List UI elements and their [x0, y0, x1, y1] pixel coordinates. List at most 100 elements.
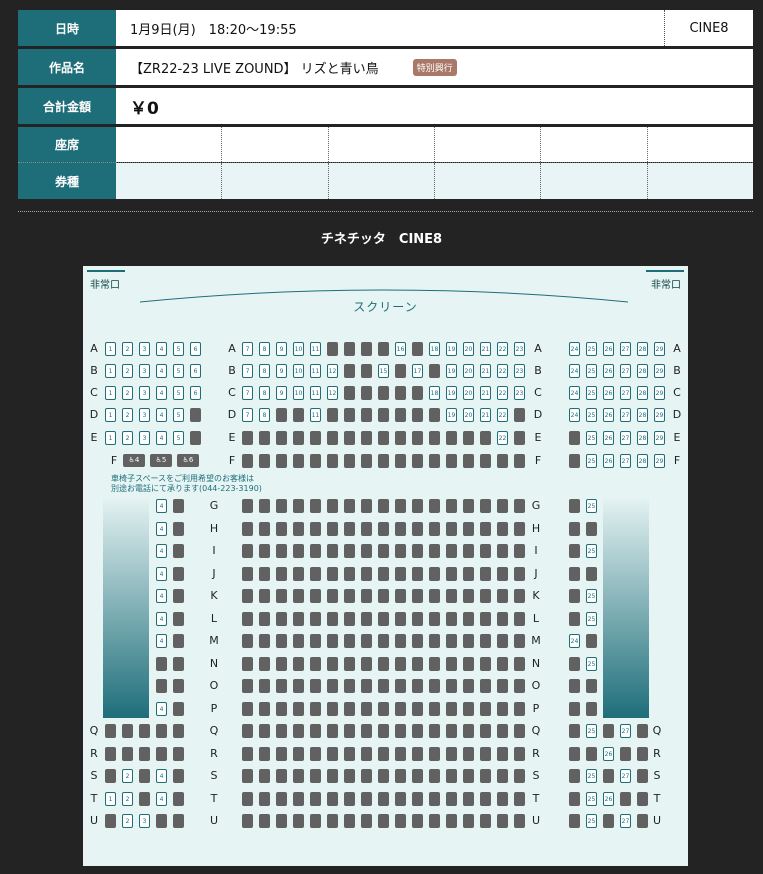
- seat-L-4[interactable]: 4: [156, 612, 167, 626]
- seat-T-2[interactable]: 2: [122, 792, 133, 806]
- seat-F-27[interactable]: 27: [620, 454, 631, 468]
- seat-C-6[interactable]: 6: [190, 386, 201, 400]
- seat-T-1[interactable]: 1: [105, 792, 116, 806]
- seat-B-5[interactable]: 5: [173, 364, 184, 378]
- seat-B-8[interactable]: 8: [259, 364, 270, 378]
- seat-C-20[interactable]: 20: [463, 386, 474, 400]
- seat-G-25[interactable]: 25: [586, 499, 597, 513]
- seat-E-27[interactable]: 27: [620, 431, 631, 445]
- seat-A-26[interactable]: 26: [603, 342, 614, 356]
- seat-U-2[interactable]: 2: [122, 814, 133, 828]
- seat-A-28[interactable]: 28: [637, 342, 648, 356]
- seat-C-27[interactable]: 27: [620, 386, 631, 400]
- seat-A-22[interactable]: 22: [497, 342, 508, 356]
- seat-E-28[interactable]: 28: [637, 431, 648, 445]
- seat-A-25[interactable]: 25: [586, 342, 597, 356]
- seat-D-25[interactable]: 25: [586, 408, 597, 422]
- seat-D-8[interactable]: 8: [259, 408, 270, 422]
- seat-A-19[interactable]: 19: [446, 342, 457, 356]
- seat-M-4[interactable]: 4: [156, 634, 167, 648]
- seat-G-4[interactable]: 4: [156, 499, 167, 513]
- seat-T-26[interactable]: 26: [603, 792, 614, 806]
- seat-D-28[interactable]: 28: [637, 408, 648, 422]
- seat-C-7[interactable]: 7: [242, 386, 253, 400]
- seat-B-24[interactable]: 24: [569, 364, 580, 378]
- seat-R-26[interactable]: 26: [603, 747, 614, 761]
- seat-A-21[interactable]: 21: [480, 342, 491, 356]
- seat-A-16[interactable]: 16: [395, 342, 406, 356]
- seat-E-29[interactable]: 29: [654, 431, 665, 445]
- seat-D-2[interactable]: 2: [122, 408, 133, 422]
- seat-D-22[interactable]: 22: [497, 408, 508, 422]
- seat-C-21[interactable]: 21: [480, 386, 491, 400]
- seat-B-9[interactable]: 9: [276, 364, 287, 378]
- seat-C-11[interactable]: 11: [310, 386, 321, 400]
- seat-D-26[interactable]: 26: [603, 408, 614, 422]
- seat-B-23[interactable]: 23: [514, 364, 525, 378]
- seat-D-21[interactable]: 21: [480, 408, 491, 422]
- seat-C-4[interactable]: 4: [156, 386, 167, 400]
- seat-Q-27[interactable]: 27: [620, 724, 631, 738]
- seat-A-8[interactable]: 8: [259, 342, 270, 356]
- seat-D-11[interactable]: 11: [310, 408, 321, 422]
- seat-B-29[interactable]: 29: [654, 364, 665, 378]
- seat-A-11[interactable]: 11: [310, 342, 321, 356]
- seat-B-15[interactable]: 15: [378, 364, 389, 378]
- seat-B-12[interactable]: 12: [327, 364, 338, 378]
- seat-S-4[interactable]: 4: [156, 769, 167, 783]
- seat-F-29[interactable]: 29: [654, 454, 665, 468]
- seat-J-4[interactable]: 4: [156, 567, 167, 581]
- seat-Q-25[interactable]: 25: [586, 724, 597, 738]
- seat-B-2[interactable]: 2: [122, 364, 133, 378]
- seat-C-26[interactable]: 26: [603, 386, 614, 400]
- seat-D-4[interactable]: 4: [156, 408, 167, 422]
- seat-P-4[interactable]: 4: [156, 702, 167, 716]
- ticket-cell[interactable]: [116, 163, 222, 199]
- seat-D-27[interactable]: 27: [620, 408, 631, 422]
- seat-H-4[interactable]: 4: [156, 522, 167, 536]
- ticket-cell[interactable]: [433, 163, 541, 199]
- seat-A-10[interactable]: 10: [293, 342, 304, 356]
- seat-C-8[interactable]: 8: [259, 386, 270, 400]
- seat-D-3[interactable]: 3: [139, 408, 150, 422]
- seat-F-28[interactable]: 28: [637, 454, 648, 468]
- seat-E-1[interactable]: 1: [105, 431, 116, 445]
- seat-C-1[interactable]: 1: [105, 386, 116, 400]
- seat-C-3[interactable]: 3: [139, 386, 150, 400]
- seat-D-24[interactable]: 24: [569, 408, 580, 422]
- seat-E-5[interactable]: 5: [173, 431, 184, 445]
- seat-B-3[interactable]: 3: [139, 364, 150, 378]
- seat-C-28[interactable]: 28: [637, 386, 648, 400]
- seat-E-26[interactable]: 26: [603, 431, 614, 445]
- seat-T-4[interactable]: 4: [156, 792, 167, 806]
- seat-B-25[interactable]: 25: [586, 364, 597, 378]
- seat-C-25[interactable]: 25: [586, 386, 597, 400]
- seat-T-25[interactable]: 25: [586, 792, 597, 806]
- seat-B-21[interactable]: 21: [480, 364, 491, 378]
- seat-L-25[interactable]: 25: [586, 612, 597, 626]
- seat-B-22[interactable]: 22: [497, 364, 508, 378]
- ticket-cell[interactable]: [646, 163, 753, 199]
- seat-B-27[interactable]: 27: [620, 364, 631, 378]
- seat-C-19[interactable]: 19: [446, 386, 457, 400]
- seat-B-11[interactable]: 11: [310, 364, 321, 378]
- seat-F-25[interactable]: 25: [586, 454, 597, 468]
- seat-A-18[interactable]: 18: [429, 342, 440, 356]
- seat-D-20[interactable]: 20: [463, 408, 474, 422]
- seat-D-29[interactable]: 29: [654, 408, 665, 422]
- seat-C-9[interactable]: 9: [276, 386, 287, 400]
- seat-C-18[interactable]: 18: [429, 386, 440, 400]
- seat-D-5[interactable]: 5: [173, 408, 184, 422]
- seat-A-3[interactable]: 3: [139, 342, 150, 356]
- seat-E-4[interactable]: 4: [156, 431, 167, 445]
- ticket-cell[interactable]: [327, 163, 434, 199]
- seat-B-7[interactable]: 7: [242, 364, 253, 378]
- seat-A-24[interactable]: 24: [569, 342, 580, 356]
- seat-A-4[interactable]: 4: [156, 342, 167, 356]
- seat-K-25[interactable]: 25: [586, 589, 597, 603]
- seat-N-25[interactable]: 25: [586, 657, 597, 671]
- seat-C-24[interactable]: 24: [569, 386, 580, 400]
- ticket-cell[interactable]: [221, 163, 328, 199]
- seat-C-22[interactable]: 22: [497, 386, 508, 400]
- seat-C-29[interactable]: 29: [654, 386, 665, 400]
